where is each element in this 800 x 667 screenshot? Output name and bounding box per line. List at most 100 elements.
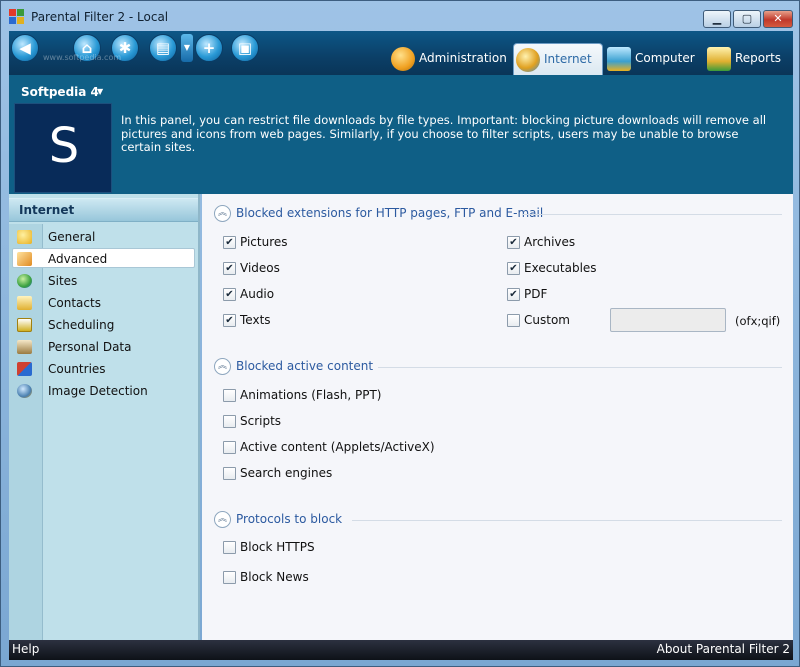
checkbox[interactable] [223,571,236,584]
contacts-icon [17,296,32,310]
sidebar-item-label: Countries [48,362,106,376]
custom-extensions-input[interactable] [610,308,726,332]
custom-extensions-hint: (ofx;qif) [735,314,781,328]
profile-avatar: S [14,103,112,193]
image-detection-icon [17,384,32,398]
main-toolbar: ◀ ⌂ ✱ ▤ ▼ + ▣ www.softpedia.com Administ… [9,31,793,75]
checkbox-label: Animations (Flash, PPT) [240,388,382,402]
tab-label: Internet [544,52,592,66]
collapse-icon[interactable]: ︽ [214,205,231,222]
sidebar-item-label: Scheduling [48,318,115,332]
settings-panel: ︽ Blocked extensions for HTTP pages, FTP… [202,194,793,640]
sidebar-item-countries[interactable]: Countries [13,359,196,379]
checkbox[interactable]: ✔ [507,288,520,301]
chevron-down-icon[interactable]: ▼ [181,34,193,62]
close-button[interactable]: ✕ [763,10,793,28]
sidebar-item-label: Advanced [48,252,108,266]
tab-label: Computer [635,51,695,65]
profile-header: Softpedia 4 ▼ S In this panel, you can r… [9,75,793,194]
chevron-down-icon[interactable]: ▼ [97,87,103,96]
checkbox-label: Pictures [240,235,288,249]
sidebar-item-image-detection[interactable]: Image Detection [13,381,196,401]
section-divider [378,367,782,368]
panel-description: In this panel, you can restrict file dow… [121,113,767,154]
profile-logo-letter: S [48,118,80,174]
status-bar: Help About Parental Filter 2 [9,640,793,660]
sidebar-item-personal-data[interactable]: Personal Data [13,337,196,357]
checkbox-label: Custom [524,313,570,327]
section-blocked-extensions[interactable]: ︽ Blocked extensions for HTTP pages, FTP… [214,205,782,223]
tab-internet[interactable]: Internet [513,43,603,75]
checkbox-label: Active content (Applets/ActiveX) [240,440,435,454]
app-icon [9,9,25,25]
help-link[interactable]: Help [12,642,39,656]
checkbox[interactable]: ✔ [223,288,236,301]
checkbox-label: Videos [240,261,280,275]
checkbox[interactable] [507,314,520,327]
window-title: Parental Filter 2 - Local [31,10,169,24]
profile-selector[interactable]: Softpedia 4 [21,85,99,99]
title-bar[interactable]: Parental Filter 2 - Local ▁ ▢ ✕ [1,1,799,31]
checkbox[interactable]: ✔ [223,314,236,327]
checkbox[interactable]: ✔ [223,262,236,275]
sidebar-item-label: Personal Data [48,340,132,354]
add-icon[interactable]: + [195,34,223,62]
tab-administration[interactable]: Administration [389,43,509,75]
section-divider [522,214,782,215]
tab-label: Reports [735,51,782,65]
checkbox-label: Scripts [240,414,282,428]
checkbox[interactable] [223,441,236,454]
back-icon[interactable]: ◀ [11,34,39,62]
personal-data-icon [17,340,32,354]
sidebar-item-label: General [48,230,96,244]
checkbox-label: Block HTTPS [240,540,315,554]
app-window: Parental Filter 2 - Local ▁ ▢ ✕ ◀ ⌂ ✱ ▤ … [0,0,800,667]
watermark-text: www.softpedia.com [43,53,122,62]
checkbox-label: Block News [240,570,309,584]
section-title: Protocols to block [236,512,343,526]
section-title: Blocked extensions for HTTP pages, FTP a… [236,206,544,220]
sidebar-item-sites[interactable]: Sites [13,271,196,291]
tab-computer[interactable]: Computer [605,43,701,75]
sidebar-item-scheduling[interactable]: Scheduling [13,315,196,335]
sidebar-item-label: Image Detection [48,384,148,398]
collapse-icon[interactable]: ︽ [214,511,231,528]
collapse-icon[interactable]: ︽ [214,358,231,375]
globe-icon [516,48,540,72]
section-title: Blocked active content [236,359,374,373]
save-icon[interactable]: ▣ [231,34,259,62]
advanced-icon [17,252,32,266]
general-icon [17,230,32,244]
checkbox-label: Executables [524,261,597,275]
checkbox-label: PDF [524,287,548,301]
checkbox-label: Search engines [240,466,333,480]
maximize-button[interactable]: ▢ [733,10,761,28]
checkbox-label: Audio [240,287,275,301]
section-protocols[interactable]: ︽ Protocols to block [214,511,782,529]
countries-icon [17,362,32,376]
checkbox[interactable]: ✔ [223,236,236,249]
checkbox[interactable]: ✔ [507,236,520,249]
about-link[interactable]: About Parental Filter 2 [657,642,790,656]
sidebar-header: Internet [9,198,198,222]
checkbox-label: Archives [524,235,576,249]
section-blocked-active-content[interactable]: ︽ Blocked active content [214,358,782,376]
sidebar-item-advanced[interactable]: Advanced [12,248,195,268]
reports-icon [707,47,731,71]
minimize-button[interactable]: ▁ [703,10,731,28]
checkbox-label: Texts [240,313,271,327]
checkbox[interactable] [223,541,236,554]
scheduling-icon [17,318,32,332]
checkbox[interactable] [223,415,236,428]
checkbox[interactable]: ✔ [507,262,520,275]
sidebar-item-general[interactable]: General [13,227,196,247]
sidebar: Internet General Advanced Sites Contacts… [9,194,200,640]
sidebar-item-label: Sites [48,274,78,288]
sidebar-item-label: Contacts [48,296,101,310]
tab-reports[interactable]: Reports [705,43,793,75]
checkbox[interactable] [223,389,236,402]
checkbox[interactable] [223,467,236,480]
sidebar-item-contacts[interactable]: Contacts [13,293,196,313]
gear-icon [391,47,415,71]
save-copy-icon[interactable]: ▤ [149,34,177,62]
